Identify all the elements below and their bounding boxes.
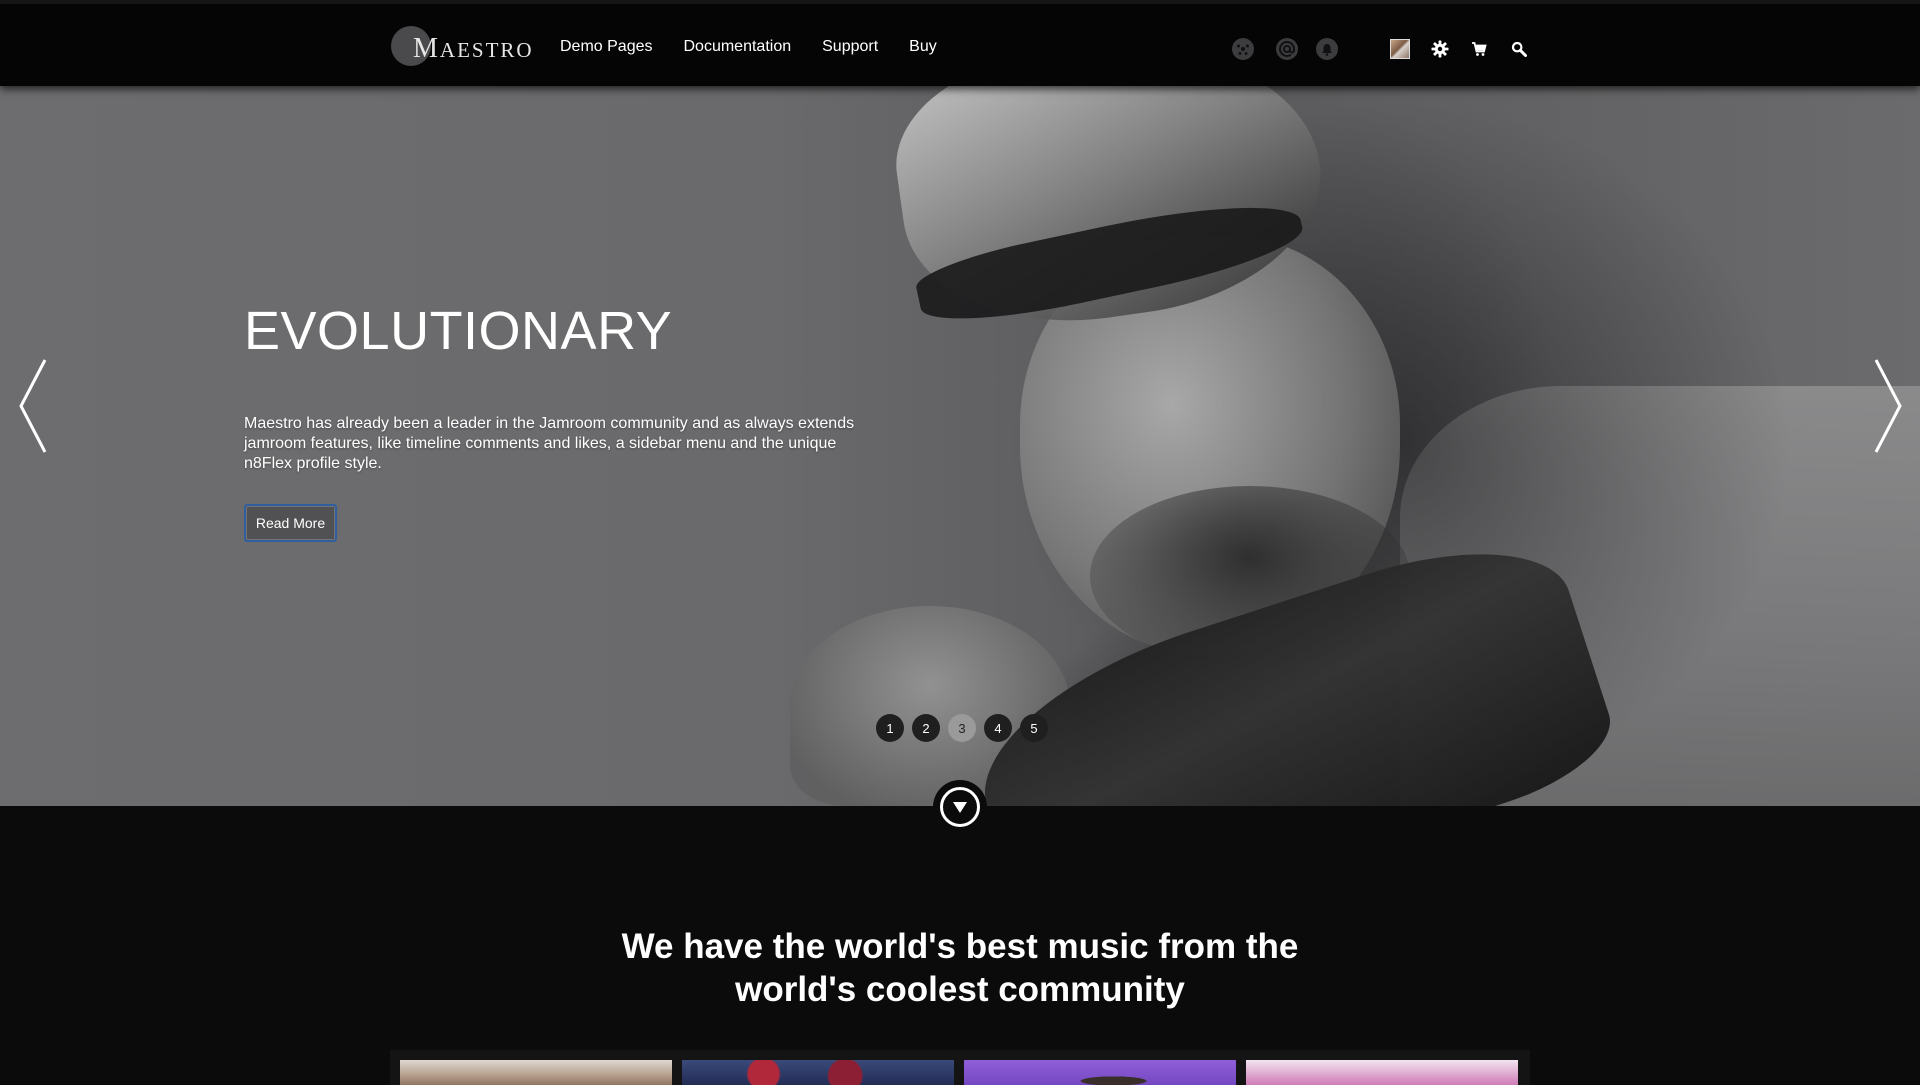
cart-icon[interactable] [1468, 38, 1490, 60]
notification-icon[interactable] [1316, 38, 1338, 60]
network-icon[interactable] [1232, 38, 1254, 60]
at-mention-icon[interactable] [1276, 38, 1298, 60]
search-icon[interactable] [1508, 38, 1530, 60]
nav-demo-pages[interactable]: Demo Pages [560, 38, 653, 56]
read-more-button[interactable]: Read More [244, 504, 337, 542]
slide-title: EVOLUTIONARY [244, 301, 673, 361]
next-slide-arrow-icon[interactable] [1866, 356, 1906, 456]
slide-dot-1[interactable]: 1 [876, 714, 904, 742]
scroll-down-button[interactable] [933, 780, 987, 834]
slide-dot-5[interactable]: 5 [1020, 714, 1048, 742]
gallery-thumbnail[interactable] [964, 1060, 1236, 1085]
gallery-thumbnail[interactable] [682, 1060, 954, 1085]
gallery-thumbnail[interactable] [400, 1060, 672, 1085]
hero-slider: EVOLUTIONARY Maestro has already been a … [0, 86, 1920, 806]
slide-dot-2[interactable]: 2 [912, 714, 940, 742]
music-gallery [390, 1050, 1530, 1085]
slide-dot-3[interactable]: 3 [948, 714, 976, 742]
logo-text: MAESTRO [413, 33, 534, 64]
slide-pagination: 1 2 3 4 5 [876, 714, 1048, 742]
nav-documentation[interactable]: Documentation [684, 38, 792, 56]
top-navigation-bar: MAESTRO Demo Pages Documentation Support… [0, 0, 1920, 86]
previous-slide-arrow-icon[interactable] [15, 356, 55, 456]
maestro-logo[interactable]: MAESTRO [391, 26, 532, 68]
nav-support[interactable]: Support [822, 38, 878, 56]
slide-description: Maestro has already been a leader in the… [244, 415, 855, 472]
slide-dot-4[interactable]: 4 [984, 714, 1012, 742]
gallery-thumbnail[interactable] [1246, 1060, 1518, 1085]
gear-icon[interactable] [1429, 38, 1451, 60]
user-avatar[interactable] [1390, 39, 1410, 59]
nav-buy[interactable]: Buy [909, 38, 937, 56]
main-nav: Demo Pages Documentation Support Buy [560, 38, 937, 56]
chevron-down-circle-icon [940, 787, 980, 827]
section-heading: We have the world's best music from the … [621, 927, 1299, 1009]
